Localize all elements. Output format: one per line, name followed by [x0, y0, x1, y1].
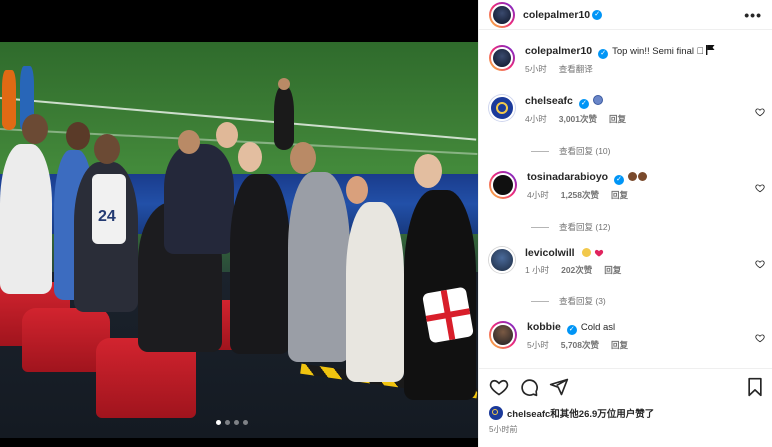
comment-time: 1 小时 [525, 265, 550, 275]
head [178, 130, 200, 154]
comment-avatar[interactable] [489, 171, 517, 199]
caption-time: 5小时 [525, 64, 547, 74]
likes-text[interactable]: chelseafc和其他26.9万位用户赞了 [507, 406, 654, 420]
carousel-dot[interactable] [225, 420, 230, 425]
comment-username[interactable]: chelseafc [525, 95, 573, 107]
comment-avatar[interactable] [489, 95, 515, 121]
post-caption: colepalmer10 ✓ Top win!! Semi final 🏻 5小时 … [489, 45, 765, 75]
action-bar [479, 368, 772, 408]
liker-avatar[interactable] [489, 406, 503, 420]
carousel-indicator[interactable] [216, 420, 248, 425]
head [94, 134, 120, 164]
head [290, 142, 316, 174]
comment-likes[interactable]: 202次赞 [561, 264, 592, 276]
reply-button[interactable]: 回复 [609, 113, 626, 125]
verified-icon: ✓ [566, 325, 577, 335]
reply-button[interactable]: 回复 [604, 264, 621, 276]
comments-list[interactable]: colepalmer10 ✓ Top win!! Semi final 🏻 5小时 … [479, 31, 772, 368]
official-figure [274, 86, 294, 150]
share-icon[interactable] [549, 377, 569, 397]
comment-item: levicolwill 1 小时 202次赞 回复 [489, 247, 765, 276]
person [164, 144, 234, 254]
post-photo: 24 [0, 42, 478, 438]
carousel-dot[interactable] [216, 420, 221, 425]
caption-username[interactable]: colepalmer10 [525, 45, 592, 57]
comment-avatar[interactable] [489, 247, 515, 273]
emoji-icon [592, 95, 603, 105]
comment-avatar[interactable] [489, 321, 517, 349]
view-replies-button[interactable]: 查看回复 (12) [531, 221, 610, 233]
steward-figure [2, 70, 16, 130]
reply-button[interactable]: 回复 [611, 189, 628, 201]
head [414, 154, 442, 188]
verified-icon: ✓ [578, 99, 589, 109]
view-replies-label[interactable]: 查看回复 (10) [559, 145, 610, 157]
comment-icon[interactable] [519, 377, 539, 397]
comment-username[interactable]: tosinadarabioyo [527, 171, 608, 183]
post-media[interactable]: 24 [0, 0, 478, 447]
head [278, 78, 290, 90]
head [238, 142, 262, 172]
verified-icon: ✓ [592, 9, 603, 20]
view-replies-label[interactable]: 查看回复 (3) [559, 295, 606, 307]
clap-emoji-icon [627, 172, 637, 181]
comment-item: chelseafc ✓ 4小时 3,001次赞 回复 [489, 95, 765, 125]
comment-time: 4小时 [525, 114, 547, 124]
person [288, 172, 350, 362]
verified-icon: ✓ [598, 49, 609, 59]
heart-icon[interactable] [755, 183, 765, 193]
more-options-icon[interactable]: ••• [744, 7, 762, 23]
head [216, 122, 238, 148]
caption-avatar[interactable] [489, 45, 515, 71]
person [230, 174, 290, 354]
view-replies-button[interactable]: 查看回复 (10) [531, 145, 610, 157]
like-heart-icon[interactable] [489, 377, 509, 397]
verified-icon: ✓ [614, 175, 625, 185]
comment-item: tosinadarabioyo ✓ 4小时 1,258次赞 回复 [489, 171, 765, 201]
post-header: colepalmer10 ✓ ••• [479, 0, 772, 30]
england-flag [421, 286, 475, 344]
heart-icon[interactable] [755, 259, 765, 269]
heart-icon[interactable] [755, 107, 765, 117]
person [346, 202, 404, 382]
jersey-number: 24 [98, 208, 116, 225]
person [0, 144, 52, 294]
clap-emoji-icon [637, 172, 647, 181]
comment-likes[interactable]: 3,001次赞 [559, 113, 597, 125]
bookmark-icon[interactable] [745, 377, 765, 397]
post-time: 5小时前 [489, 425, 518, 434]
carousel-dot[interactable] [243, 420, 248, 425]
head [66, 122, 90, 150]
reply-button[interactable]: 回复 [611, 339, 628, 351]
author-avatar[interactable] [489, 1, 515, 28]
likes-summary[interactable]: chelseafc和其他26.9万位用户赞了 [489, 406, 654, 420]
comment-text: Cold asl [580, 322, 616, 333]
post-panel: colepalmer10 ✓ ••• colepalmer10 ✓ Top win!… [478, 0, 772, 447]
comment-item: kobbie ✓ Cold asl 5小时 5,708次赞 回复 [489, 321, 765, 351]
caption-text: Top win!! Semi final 🏻 [612, 46, 704, 57]
england-shirt: 24 [92, 174, 126, 244]
heart-icon[interactable] [755, 333, 765, 343]
flag-icon [706, 45, 715, 55]
red-heart-icon [594, 249, 604, 257]
view-replies-button[interactable]: 查看回复 (3) [531, 295, 606, 307]
comment-username[interactable]: kobbie [527, 321, 561, 333]
translate-link[interactable]: 查看翻译 [559, 63, 593, 75]
carousel-dot[interactable] [234, 420, 239, 425]
comment-likes[interactable]: 1,258次赞 [561, 189, 599, 201]
author-username[interactable]: colepalmer10 [523, 9, 590, 21]
comment-time: 4小时 [527, 190, 549, 200]
comment-time: 5小时 [527, 340, 549, 350]
view-replies-label[interactable]: 查看回复 (12) [559, 221, 610, 233]
emoji-icon [582, 248, 592, 257]
head [346, 176, 368, 204]
head [22, 114, 48, 144]
comment-username[interactable]: levicolwill [525, 247, 575, 259]
comment-likes[interactable]: 5,708次赞 [561, 339, 599, 351]
